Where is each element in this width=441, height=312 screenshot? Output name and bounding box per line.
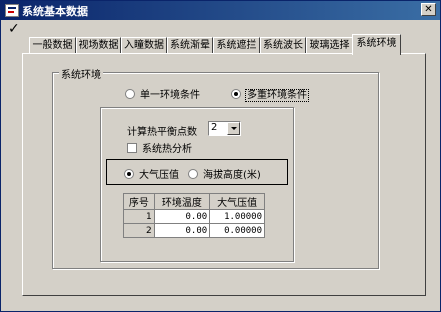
column-header-temperature: 环境温度: [153, 193, 211, 210]
tab-environment[interactable]: 系统环境: [352, 34, 401, 55]
tab-obscuration[interactable]: 系统遮拦: [213, 37, 260, 54]
title-bar[interactable]: 系统基本数据 ✕: [1, 1, 440, 20]
tab-panel-environment: 系统环境 单一环境条件 多重环境条件 计算热平衡点数 2 系统热分析 大气压值: [22, 53, 426, 296]
chevron-down-icon[interactable]: [227, 122, 240, 135]
tab-strip: 一般数据 视场数据 入瞳数据 系统渐晕 系统遮拦 系统波长 玻璃选择 系统环境: [1, 34, 441, 55]
table-row: 2 0.00 0.00000: [123, 223, 265, 238]
row-index: 1: [123, 209, 155, 224]
tab-general-data[interactable]: 一般数据: [29, 37, 76, 54]
column-header-pressure: 大气压值: [209, 193, 265, 210]
tab-pupil-data[interactable]: 入瞳数据: [121, 37, 167, 54]
dialog-window: 系统基本数据 ✕ ✓ 一般数据 视场数据 入瞳数据 系统渐晕 系统遮拦 系统波长…: [0, 0, 441, 312]
radio-circle-icon: [125, 89, 135, 99]
checkbox-box-icon: [127, 143, 137, 153]
tab-vignetting[interactable]: 系统渐晕: [167, 37, 213, 54]
thermal-analysis-checkbox[interactable]: 系统热分析: [127, 140, 192, 155]
environment-group-label: 系统环境: [59, 66, 103, 81]
multi-env-radio[interactable]: 多重环境条件: [231, 86, 309, 102]
app-icon: [5, 4, 19, 17]
table-header-row: 序号 环境温度 大气压值: [123, 193, 265, 210]
single-env-label: 单一环境条件: [140, 90, 200, 101]
pressure-cell[interactable]: 1.00000: [209, 209, 265, 224]
environment-table[interactable]: 序号 环境温度 大气压值 1 0.00 1.00000 2 0.00 0.000…: [123, 193, 265, 238]
close-icon: ✕: [424, 4, 433, 15]
pressure-mode-frame: 大气压值 海拔高度(米): [106, 159, 288, 185]
row-index: 2: [123, 223, 155, 238]
calc-group: 计算热平衡点数 2 系统热分析 大气压值 海拔高度(米) 序号 环境温度 大气压…: [100, 107, 294, 262]
tab-wavelength[interactable]: 系统波长: [260, 37, 306, 54]
atm-pressure-radio[interactable]: 大气压值: [124, 166, 179, 181]
radio-circle-icon: [188, 169, 198, 179]
points-label: 计算热平衡点数: [127, 127, 197, 138]
thermal-analysis-label: 系统热分析: [142, 144, 192, 155]
altitude-radio[interactable]: 海拔高度(米): [188, 166, 261, 181]
tab-glass-selection[interactable]: 玻璃选择: [306, 37, 353, 54]
window-title: 系统基本数据: [22, 5, 88, 18]
multi-env-label: 多重环境条件: [245, 89, 309, 102]
pressure-cell[interactable]: 0.00000: [209, 223, 265, 238]
radio-selected-icon: [231, 89, 241, 99]
table-row: 1 0.00 1.00000: [123, 209, 265, 224]
altitude-label: 海拔高度(米): [203, 170, 261, 181]
temperature-cell[interactable]: 0.00: [153, 223, 211, 238]
radio-selected-icon: [124, 169, 134, 179]
single-env-radio[interactable]: 单一环境条件: [125, 86, 200, 101]
points-value: 2: [211, 122, 218, 133]
environment-group: 系统环境 单一环境条件 多重环境条件 计算热平衡点数 2 系统热分析 大气压值: [52, 66, 379, 269]
temperature-cell[interactable]: 0.00: [153, 209, 211, 224]
atm-pressure-label: 大气压值: [139, 170, 179, 181]
tab-field-data[interactable]: 视场数据: [76, 37, 121, 54]
points-combobox[interactable]: 2: [208, 121, 241, 136]
column-header-index: 序号: [123, 193, 155, 210]
close-button[interactable]: ✕: [421, 3, 436, 16]
